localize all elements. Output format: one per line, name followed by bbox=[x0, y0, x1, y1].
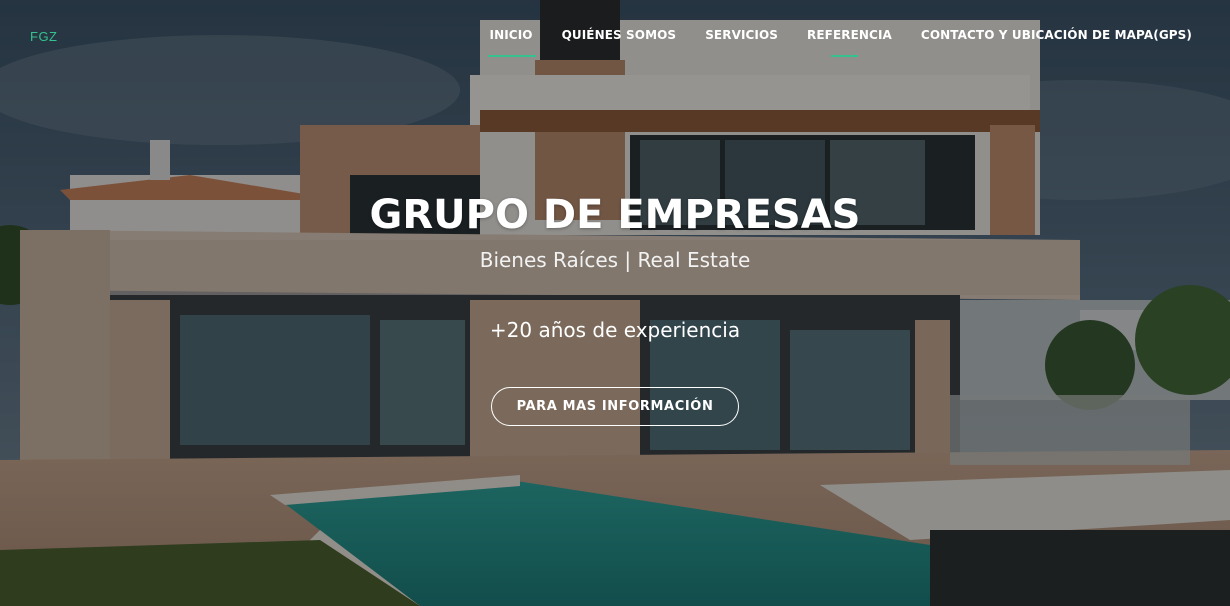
nav-item-contacto[interactable]: CONTACTO Y UBICACIÓN DE MAPA(GPS) bbox=[921, 28, 1192, 49]
nav-item-servicios[interactable]: SERVICIOS bbox=[705, 28, 778, 49]
nav-item-referencia[interactable]: REFERENCIA bbox=[807, 28, 892, 57]
nav-item-inicio[interactable]: INICIO bbox=[487, 28, 536, 57]
hero-title: GRUPO DE EMPRESAS bbox=[369, 192, 861, 238]
nav-item-quienes-somos[interactable]: QUIÉNES SOMOS bbox=[562, 28, 677, 49]
brand-logo[interactable]: FGZ bbox=[30, 29, 58, 44]
hero-section: FGZ INICIO QUIÉNES SOMOS SERVICIOS REFER… bbox=[0, 0, 1230, 606]
more-info-button[interactable]: PARA MAS INFORMACIÓN bbox=[490, 387, 740, 426]
main-navigation: INICIO QUIÉNES SOMOS SERVICIOS REFERENCI… bbox=[461, 28, 1192, 57]
hero-subtitle: Bienes Raíces | Real Estate bbox=[479, 248, 751, 272]
hero-content: GRUPO DE EMPRESAS Bienes Raíces | Real E… bbox=[0, 187, 1230, 426]
hero-experience-text: +20 años de experiencia bbox=[489, 318, 741, 342]
